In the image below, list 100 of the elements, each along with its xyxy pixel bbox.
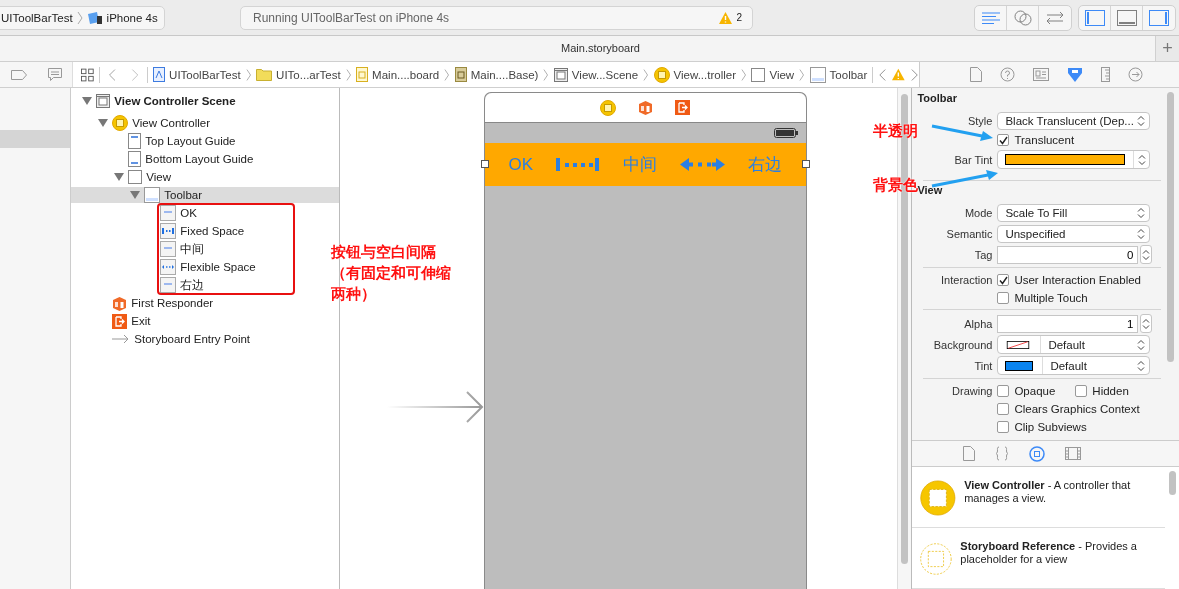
library-tab[interactable]: [1062, 447, 1083, 460]
exit-icon: [675, 100, 691, 115]
checkbox[interactable]: [997, 134, 1010, 146]
arrow-circle-icon: [1128, 67, 1143, 82]
back-icon[interactable]: [878, 67, 888, 82]
tint-popup[interactable]: Default: [997, 356, 1151, 375]
disclosure-icon[interactable]: [98, 119, 109, 127]
document-icon: [962, 446, 975, 461]
tag-field[interactable]: 0: [997, 245, 1139, 264]
outline-label: View Controller Scene: [114, 95, 236, 107]
forward-icon[interactable]: [909, 67, 920, 82]
document-icon: [970, 67, 982, 82]
inspector-tab[interactable]: [1031, 68, 1051, 81]
annotation-text: 两种）: [331, 284, 376, 304]
grid-icon[interactable]: [81, 67, 94, 82]
scheme-selector[interactable]: UIToolBarTest iPhone 4s: [0, 5, 165, 30]
checkbox[interactable]: [997, 403, 1010, 415]
path-segment[interactable]: Toolbar: [809, 66, 868, 83]
path-segment[interactable]: View...troller: [653, 66, 736, 83]
warning-icon[interactable]: [892, 68, 905, 81]
stepper[interactable]: [1140, 314, 1153, 333]
chevron-icon: [643, 67, 649, 82]
outline-row[interactable]: Toolbar: [71, 187, 339, 203]
braces-icon: [994, 446, 1009, 461]
outline-row[interactable]: View: [114, 169, 172, 185]
field-label: Mode: [963, 206, 994, 219]
path-segment[interactable]: View...Scene: [553, 67, 639, 82]
resize-handle[interactable]: [801, 160, 810, 168]
semantic-popup[interactable]: Unspecified: [997, 224, 1151, 243]
scrollbar[interactable]: [1168, 471, 1176, 495]
controller-icon: [653, 66, 670, 83]
flexible-space-icon: [160, 259, 177, 275]
field-label: Drawing: [951, 385, 994, 397]
object-icon: [1028, 445, 1045, 462]
inspector-tab[interactable]: [998, 67, 1017, 82]
layout-guide-icon: [128, 151, 142, 167]
library-tab[interactable]: [960, 446, 977, 461]
disclosure-icon[interactable]: [130, 191, 141, 199]
right-panel-icon: [1149, 9, 1169, 26]
warning-count: 2: [736, 12, 742, 23]
resize-handle[interactable]: [480, 160, 489, 168]
path-segment[interactable]: UITo...arTest: [256, 68, 341, 81]
background-popup[interactable]: Default: [997, 335, 1151, 354]
scene-icon: [96, 94, 111, 108]
outline-row[interactable]: 右边: [160, 277, 205, 293]
id-card-icon: [1033, 68, 1049, 81]
disclosure-icon[interactable]: [82, 97, 93, 105]
inspector-tab[interactable]: [1126, 67, 1145, 82]
outline-row[interactable]: View Controller: [98, 115, 211, 131]
bottom-panel-icon: [1116, 9, 1137, 26]
outline-row[interactable]: Top Layout Guide: [128, 133, 236, 149]
checkbox[interactable]: [997, 292, 1010, 304]
alpha-field[interactable]: 1: [997, 314, 1139, 333]
scrollbar[interactable]: [1166, 92, 1174, 362]
outline-row[interactable]: 中间: [160, 241, 205, 257]
checkbox-label: Hidden: [1092, 385, 1129, 397]
style-popup[interactable]: Black Translucent (Dep...: [997, 111, 1151, 130]
view-icon: [751, 67, 766, 82]
path-segment[interactable]: UIToolBarTest: [153, 67, 241, 82]
outline-label: First Responder: [131, 297, 214, 309]
bar-tint-popup[interactable]: [997, 150, 1151, 169]
annotation-text: 背景色: [873, 175, 918, 193]
outline-row[interactable]: Fixed Space: [160, 223, 245, 239]
outline-row[interactable]: Exit: [112, 313, 151, 329]
outline-row[interactable]: OK: [160, 205, 197, 221]
checkbox[interactable]: [997, 421, 1010, 433]
mode-popup[interactable]: Scale To Fill: [997, 203, 1151, 222]
outline-label: 中间: [180, 241, 205, 257]
outline-label: OK: [180, 207, 197, 219]
field-label: Tint: [973, 359, 994, 372]
checkbox[interactable]: [1075, 385, 1088, 397]
inspector-tab[interactable]: [1099, 67, 1112, 82]
path-segment[interactable]: Main....Base): [454, 67, 539, 82]
outline-label: 右边: [180, 277, 205, 293]
checkbox-label: Multiple Touch: [1014, 292, 1088, 304]
outline-row[interactable]: Flexible Space: [160, 259, 256, 275]
arrow-icon: [112, 334, 131, 344]
stepper[interactable]: [1140, 245, 1153, 264]
section-title: Toolbar: [917, 92, 958, 104]
tag-icon[interactable]: [10, 69, 27, 80]
annotation-text: （有固定和可伸缩: [331, 263, 451, 283]
field-label: Alpha: [963, 317, 994, 330]
path-segment[interactable]: Main....board: [356, 67, 440, 82]
bar-item-icon: [160, 241, 177, 257]
inspector-tab[interactable]: [968, 67, 984, 82]
outline-row[interactable]: Storyboard Entry Point: [112, 331, 251, 347]
library-tab[interactable]: [1026, 445, 1047, 462]
tab-title[interactable]: Main.storyboard: [0, 36, 1155, 61]
disclosure-icon[interactable]: [114, 173, 125, 181]
outline-row[interactable]: First Responder: [112, 295, 214, 311]
outline-row[interactable]: View Controller Scene: [82, 93, 236, 109]
checkbox[interactable]: [997, 274, 1010, 286]
comment-icon[interactable]: [47, 68, 62, 81]
add-tab-button[interactable]: +: [1155, 36, 1179, 61]
path-segment[interactable]: View: [751, 67, 795, 82]
inspector-tab[interactable]: [1065, 66, 1085, 83]
outline-row[interactable]: Bottom Layout Guide: [128, 151, 254, 167]
attributes-icon: [1067, 66, 1083, 83]
chevron-icon: [345, 67, 352, 82]
checkbox[interactable]: [997, 385, 1010, 397]
